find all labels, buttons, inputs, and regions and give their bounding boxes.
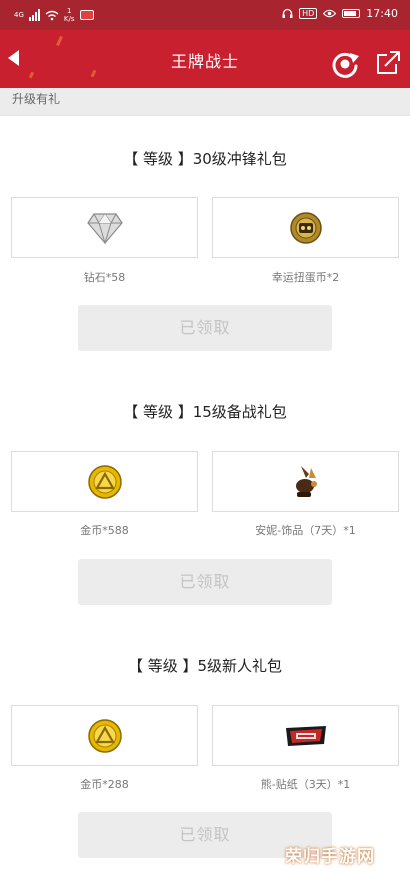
diamond-icon <box>86 212 123 245</box>
reward-item-card <box>11 705 198 766</box>
gold-coin-icon <box>87 464 122 499</box>
decoration <box>28 71 35 79</box>
network-type: 4G <box>14 11 24 19</box>
clock: 17:40 <box>366 7 398 20</box>
gold-coin-icon <box>87 718 122 753</box>
reward-item-card <box>11 451 198 512</box>
sub-header-label: 升级有礼 <box>12 92 61 106</box>
reward-item-card <box>212 705 399 766</box>
sub-header: 升级有礼 <box>0 88 410 116</box>
claimed-button[interactable]: 已领取 <box>78 559 332 605</box>
headphones-icon <box>282 8 293 18</box>
battery-icon <box>342 9 361 18</box>
app-notification-icon <box>79 10 94 20</box>
reward-item-label: 熊-贴纸（3天）*1 <box>260 778 351 791</box>
title-bar: 王牌战士 <box>0 30 410 88</box>
lucky-coin-icon <box>289 211 322 244</box>
reward-item-card <box>212 451 399 512</box>
status-bar: 4G 1 K/s HD 17:40 <box>0 0 410 30</box>
network-speed: 1 K/s <box>63 7 75 23</box>
reward-item-label: 钻石*58 <box>83 271 126 284</box>
ornament-icon <box>295 465 317 497</box>
section-title: 【 等级 】5级新人礼包 <box>127 657 283 675</box>
section-title: 【 等级 】30级冲锋礼包 <box>123 150 287 168</box>
wifi-icon <box>45 10 59 20</box>
sticker-icon <box>285 725 326 746</box>
share-icon[interactable] <box>374 49 402 77</box>
hd-badge: HD <box>299 8 318 19</box>
reward-item-label: 金币*288 <box>80 778 129 791</box>
decoration <box>56 35 63 47</box>
eye-icon <box>323 9 337 18</box>
claimed-button[interactable]: 已领取 <box>78 305 332 351</box>
watermark: 荣归手游网 <box>285 847 375 867</box>
reward-item-label: 安妮-饰品（7天）*1 <box>255 524 356 537</box>
reward-item-label: 金币*588 <box>80 524 129 537</box>
reward-item-card <box>11 197 198 258</box>
refresh-icon[interactable] <box>330 49 360 79</box>
section-title: 【 等级 】15级备战礼包 <box>123 403 287 421</box>
reward-item-card <box>212 197 399 258</box>
reward-item-label: 幸运扭蛋币*2 <box>271 271 340 284</box>
signal-icon <box>28 9 40 21</box>
